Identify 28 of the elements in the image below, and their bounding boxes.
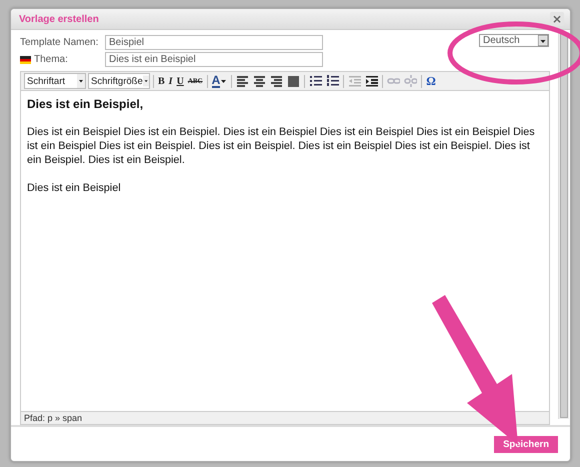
save-button[interactable]: Speichern — [494, 436, 558, 452]
field-label: Thema: — [34, 54, 68, 65]
editor-paragraph: Dies ist ein Beispiel — [27, 181, 122, 195]
align-left-icon[interactable] — [236, 74, 250, 88]
bold-button[interactable]: B — [157, 74, 166, 88]
italic-button[interactable]: I — [168, 74, 174, 88]
language-dropdown[interactable]: Deutsch — [479, 34, 549, 47]
text-color-button[interactable]: A — [210, 74, 228, 88]
editor-paragraph: Dies ist ein Beispiel Dies ist ein Beispiel. Dies ist ein Beispiel Dies ist ein Beispiel Dies ist ein Beispiel Dies ist ein Beispiel Dies ist ein Beispiel. Dies ist ein Beispiel. Dies ist ein Beispiel Dies ist ein Beispiel. Dies ist ein Beispiel. Dies ist ein Beispiel. — [27, 125, 536, 167]
text-field[interactable]: Beispiel — [105, 35, 323, 50]
align-right-icon[interactable] — [270, 74, 284, 88]
close-button[interactable]: × — [550, 12, 564, 26]
toolbar-dropdown[interactable]: Schriftgröße — [88, 73, 150, 89]
align-center-icon[interactable] — [253, 74, 266, 88]
indent-icon[interactable] — [365, 74, 378, 88]
text-field[interactable]: Dies ist ein Beispiel — [105, 52, 323, 67]
dropdown-arrow-icon — [538, 35, 548, 46]
align-justify-icon[interactable] — [287, 74, 300, 88]
scrollbar[interactable] — [558, 32, 569, 419]
underline-button[interactable]: U — [176, 74, 185, 88]
dialog-title: Vorlage erstellen — [19, 14, 99, 24]
editor-heading: Dies ist ein Beispiel, — [27, 97, 144, 111]
field-label: Template Namen: — [20, 37, 98, 48]
bullet-list-icon[interactable] — [309, 74, 322, 88]
toolbar-dropdown[interactable]: Schriftart — [24, 73, 86, 89]
special-character-button[interactable]: Ω — [425, 74, 437, 88]
element-path: Pfad: p » span — [21, 411, 549, 424]
numbered-list-icon[interactable] — [326, 74, 340, 88]
